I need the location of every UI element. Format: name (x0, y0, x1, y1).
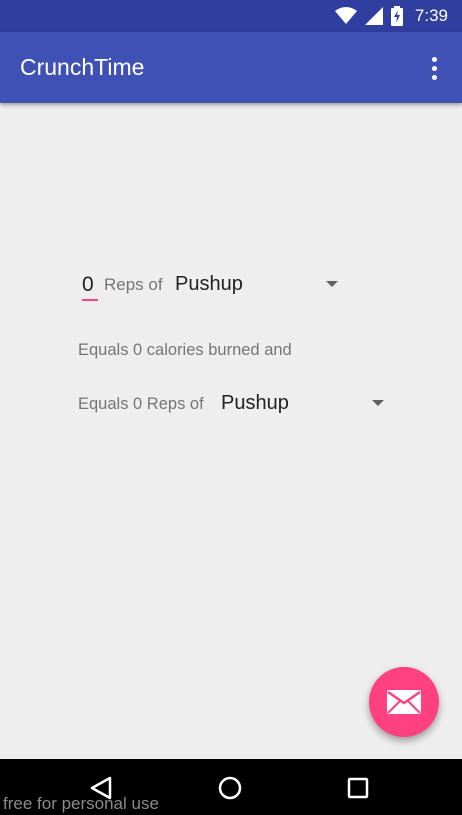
status-icons: 7:39 (334, 0, 448, 32)
exercise-spinner-2-value: Pushup (221, 392, 289, 414)
reps-input-underline (82, 299, 98, 301)
cell-signal-icon (364, 7, 383, 25)
recents-icon[interactable] (345, 775, 371, 801)
exercise-spinner-1-value: Pushup (175, 273, 243, 295)
more-vert-icon[interactable] (422, 54, 446, 82)
reps-of-label: Reps of (104, 275, 163, 294)
app-title: CrunchTime (20, 54, 145, 80)
main-content: 0 Reps of Pushup Equals 0 calories burne… (0, 103, 462, 759)
email-icon (387, 690, 421, 714)
status-time: 7:39 (414, 6, 448, 25)
equals-reps-label: Equals 0 Reps of (78, 395, 204, 413)
wifi-icon (334, 7, 357, 24)
battery-charging-icon (390, 6, 403, 26)
dropdown-arrow-icon (372, 400, 384, 406)
email-fab-button[interactable] (369, 667, 439, 737)
exercise-spinner-1[interactable]: Pushup (175, 269, 345, 299)
status-bar: 7:39 (0, 0, 462, 32)
reps-input[interactable]: 0 (82, 271, 98, 299)
exercise-spinner-2[interactable]: Pushup (221, 388, 391, 418)
home-icon[interactable] (217, 775, 243, 801)
watermark: free for personal use (3, 794, 159, 813)
equals-calories-text: Equals 0 calories burned and (78, 341, 292, 359)
dropdown-arrow-icon (326, 281, 338, 287)
app-bar: CrunchTime (0, 32, 462, 103)
